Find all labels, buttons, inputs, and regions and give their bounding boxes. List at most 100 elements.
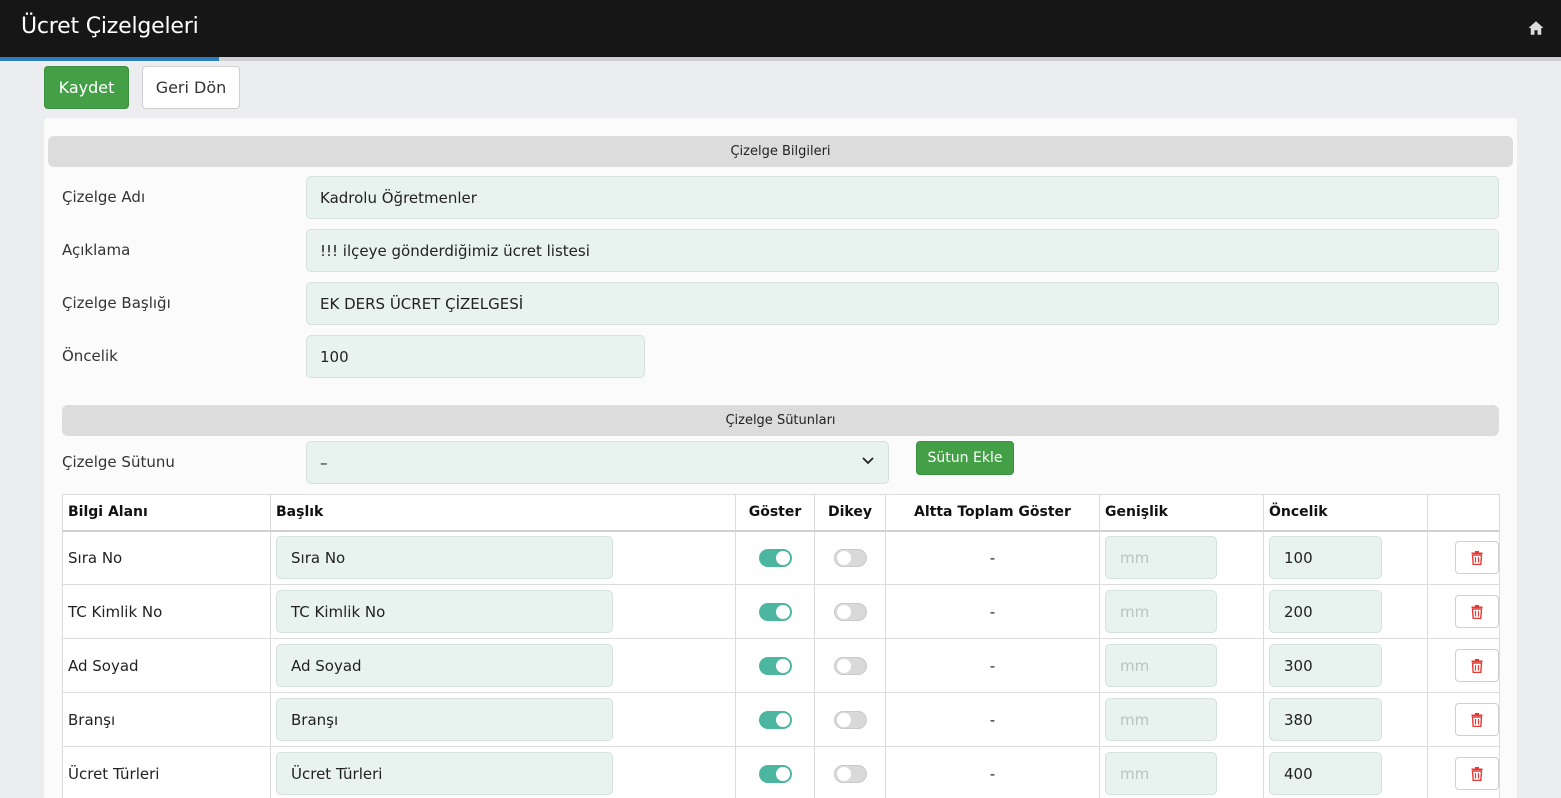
width-cell: mm	[1099, 638, 1264, 693]
heading-label: Çizelge Başlığı	[62, 294, 171, 312]
table-row: Sıra No Sıra No - mm 100	[62, 530, 1500, 585]
show-toggle[interactable]	[758, 710, 792, 729]
column-select[interactable]: –	[306, 441, 889, 484]
width-cell: mm	[1099, 584, 1264, 639]
toggle-knob	[775, 604, 790, 619]
title-input[interactable]: Ad Soyad	[276, 644, 613, 687]
title-input[interactable]: Branşı	[276, 698, 613, 741]
trash-icon	[1471, 550, 1483, 565]
table-row: Ad Soyad Ad Soyad - mm 300	[62, 638, 1500, 693]
width-input[interactable]: mm	[1105, 698, 1217, 741]
toggle-knob	[775, 766, 790, 781]
table-row: Branşı Branşı - mm 380	[62, 692, 1500, 747]
delete-row-button[interactable]	[1455, 757, 1499, 790]
total-cell: -	[885, 692, 1100, 747]
field-name-cell: TC Kimlik No	[62, 584, 271, 639]
title-input[interactable]: TC Kimlik No	[276, 590, 613, 633]
priority-input[interactable]: 200	[1269, 590, 1382, 633]
header-accent	[0, 57, 219, 61]
priority-cell: 100	[1263, 530, 1428, 585]
width-input[interactable]: mm	[1105, 644, 1217, 687]
priority-input[interactable]: 100	[1269, 536, 1382, 580]
info-section-header: Çizelge Bilgileri	[48, 136, 1513, 167]
col-header-width: Genişlik	[1099, 494, 1264, 532]
show-toggle[interactable]	[758, 549, 792, 567]
delete-row-button[interactable]	[1455, 649, 1499, 682]
trash-icon	[1471, 712, 1483, 727]
width-input[interactable]: mm	[1105, 752, 1217, 795]
col-header-vertical: Dikey	[814, 494, 886, 532]
total-cell: -	[885, 746, 1100, 798]
priority-input[interactable]: 400	[1269, 752, 1382, 795]
vertical-toggle[interactable]	[833, 602, 867, 621]
priority-input[interactable]: 380	[1269, 698, 1382, 741]
toggle-knob	[775, 658, 790, 673]
total-cell: -	[885, 638, 1100, 693]
home-icon[interactable]	[1527, 19, 1545, 37]
vertical-cell	[814, 638, 886, 693]
priority-label: Öncelik	[62, 347, 118, 365]
col-header-priority: Öncelik	[1263, 494, 1428, 532]
vertical-toggle[interactable]	[833, 710, 867, 729]
col-header-field: Bilgi Alanı	[62, 494, 271, 532]
description-field[interactable]: !!! ilçeye gönderdiğimiz ücret listesi	[306, 229, 1499, 272]
width-cell: mm	[1099, 530, 1264, 585]
trash-icon	[1471, 766, 1483, 781]
show-toggle[interactable]	[758, 602, 792, 621]
field-name-cell: Ücret Türleri	[62, 746, 271, 798]
delete-row-button[interactable]	[1455, 595, 1499, 628]
columns-section-header: Çizelge Sütunları	[62, 405, 1499, 436]
name-field[interactable]: Kadrolu Öğretmenler	[306, 176, 1499, 219]
show-cell	[735, 746, 815, 798]
name-label: Çizelge Adı	[62, 188, 146, 206]
width-input[interactable]: mm	[1105, 590, 1217, 633]
heading-field[interactable]: EK DERS ÜCRET ÇİZELGESİ	[306, 282, 1499, 325]
show-cell	[735, 692, 815, 747]
page-title: Ücret Çizelgeleri	[21, 14, 199, 39]
vertical-toggle[interactable]	[833, 656, 867, 675]
title-cell: Ad Soyad	[270, 638, 736, 693]
width-cell: mm	[1099, 692, 1264, 747]
description-label: Açıklama	[62, 241, 131, 259]
vertical-toggle[interactable]	[833, 549, 867, 567]
title-input[interactable]: Sıra No	[276, 536, 613, 580]
field-name-cell: Branşı	[62, 692, 271, 747]
priority-cell: 400	[1263, 746, 1428, 798]
priority-field[interactable]: 100	[306, 335, 645, 378]
vertical-cell	[814, 530, 886, 585]
show-cell	[735, 584, 815, 639]
toggle-knob	[775, 712, 790, 727]
actions-cell	[1427, 584, 1500, 639]
actions-cell	[1427, 692, 1500, 747]
col-header-show: Göster	[735, 494, 815, 532]
toggle-knob	[836, 712, 851, 727]
actions-cell	[1427, 638, 1500, 693]
chevron-down-icon	[862, 457, 874, 465]
add-column-button[interactable]: Sütun Ekle	[916, 441, 1014, 475]
show-toggle[interactable]	[758, 656, 792, 675]
back-button[interactable]: Geri Dön	[142, 66, 240, 109]
show-cell	[735, 530, 815, 585]
toggle-knob	[836, 604, 851, 619]
priority-input[interactable]: 300	[1269, 644, 1382, 687]
delete-row-button[interactable]	[1455, 703, 1499, 736]
actions-cell	[1427, 746, 1500, 798]
width-input[interactable]: mm	[1105, 536, 1217, 580]
total-cell: -	[885, 530, 1100, 585]
vertical-toggle[interactable]	[833, 764, 867, 783]
toggle-knob	[836, 551, 851, 565]
col-header-actions	[1427, 494, 1500, 532]
header-underline	[0, 57, 1561, 61]
title-input[interactable]: Ücret Türleri	[276, 752, 613, 795]
column-select-value: –	[320, 453, 328, 472]
vertical-cell	[814, 692, 886, 747]
total-cell: -	[885, 584, 1100, 639]
title-cell: Ücret Türleri	[270, 746, 736, 798]
delete-row-button[interactable]	[1455, 541, 1499, 575]
col-header-title: Başlık	[270, 494, 736, 532]
toggle-knob	[775, 551, 790, 565]
show-toggle[interactable]	[758, 764, 792, 783]
priority-cell: 380	[1263, 692, 1428, 747]
table-row: TC Kimlik No TC Kimlik No - mm 200	[62, 584, 1500, 639]
save-button[interactable]: Kaydet	[44, 66, 129, 109]
